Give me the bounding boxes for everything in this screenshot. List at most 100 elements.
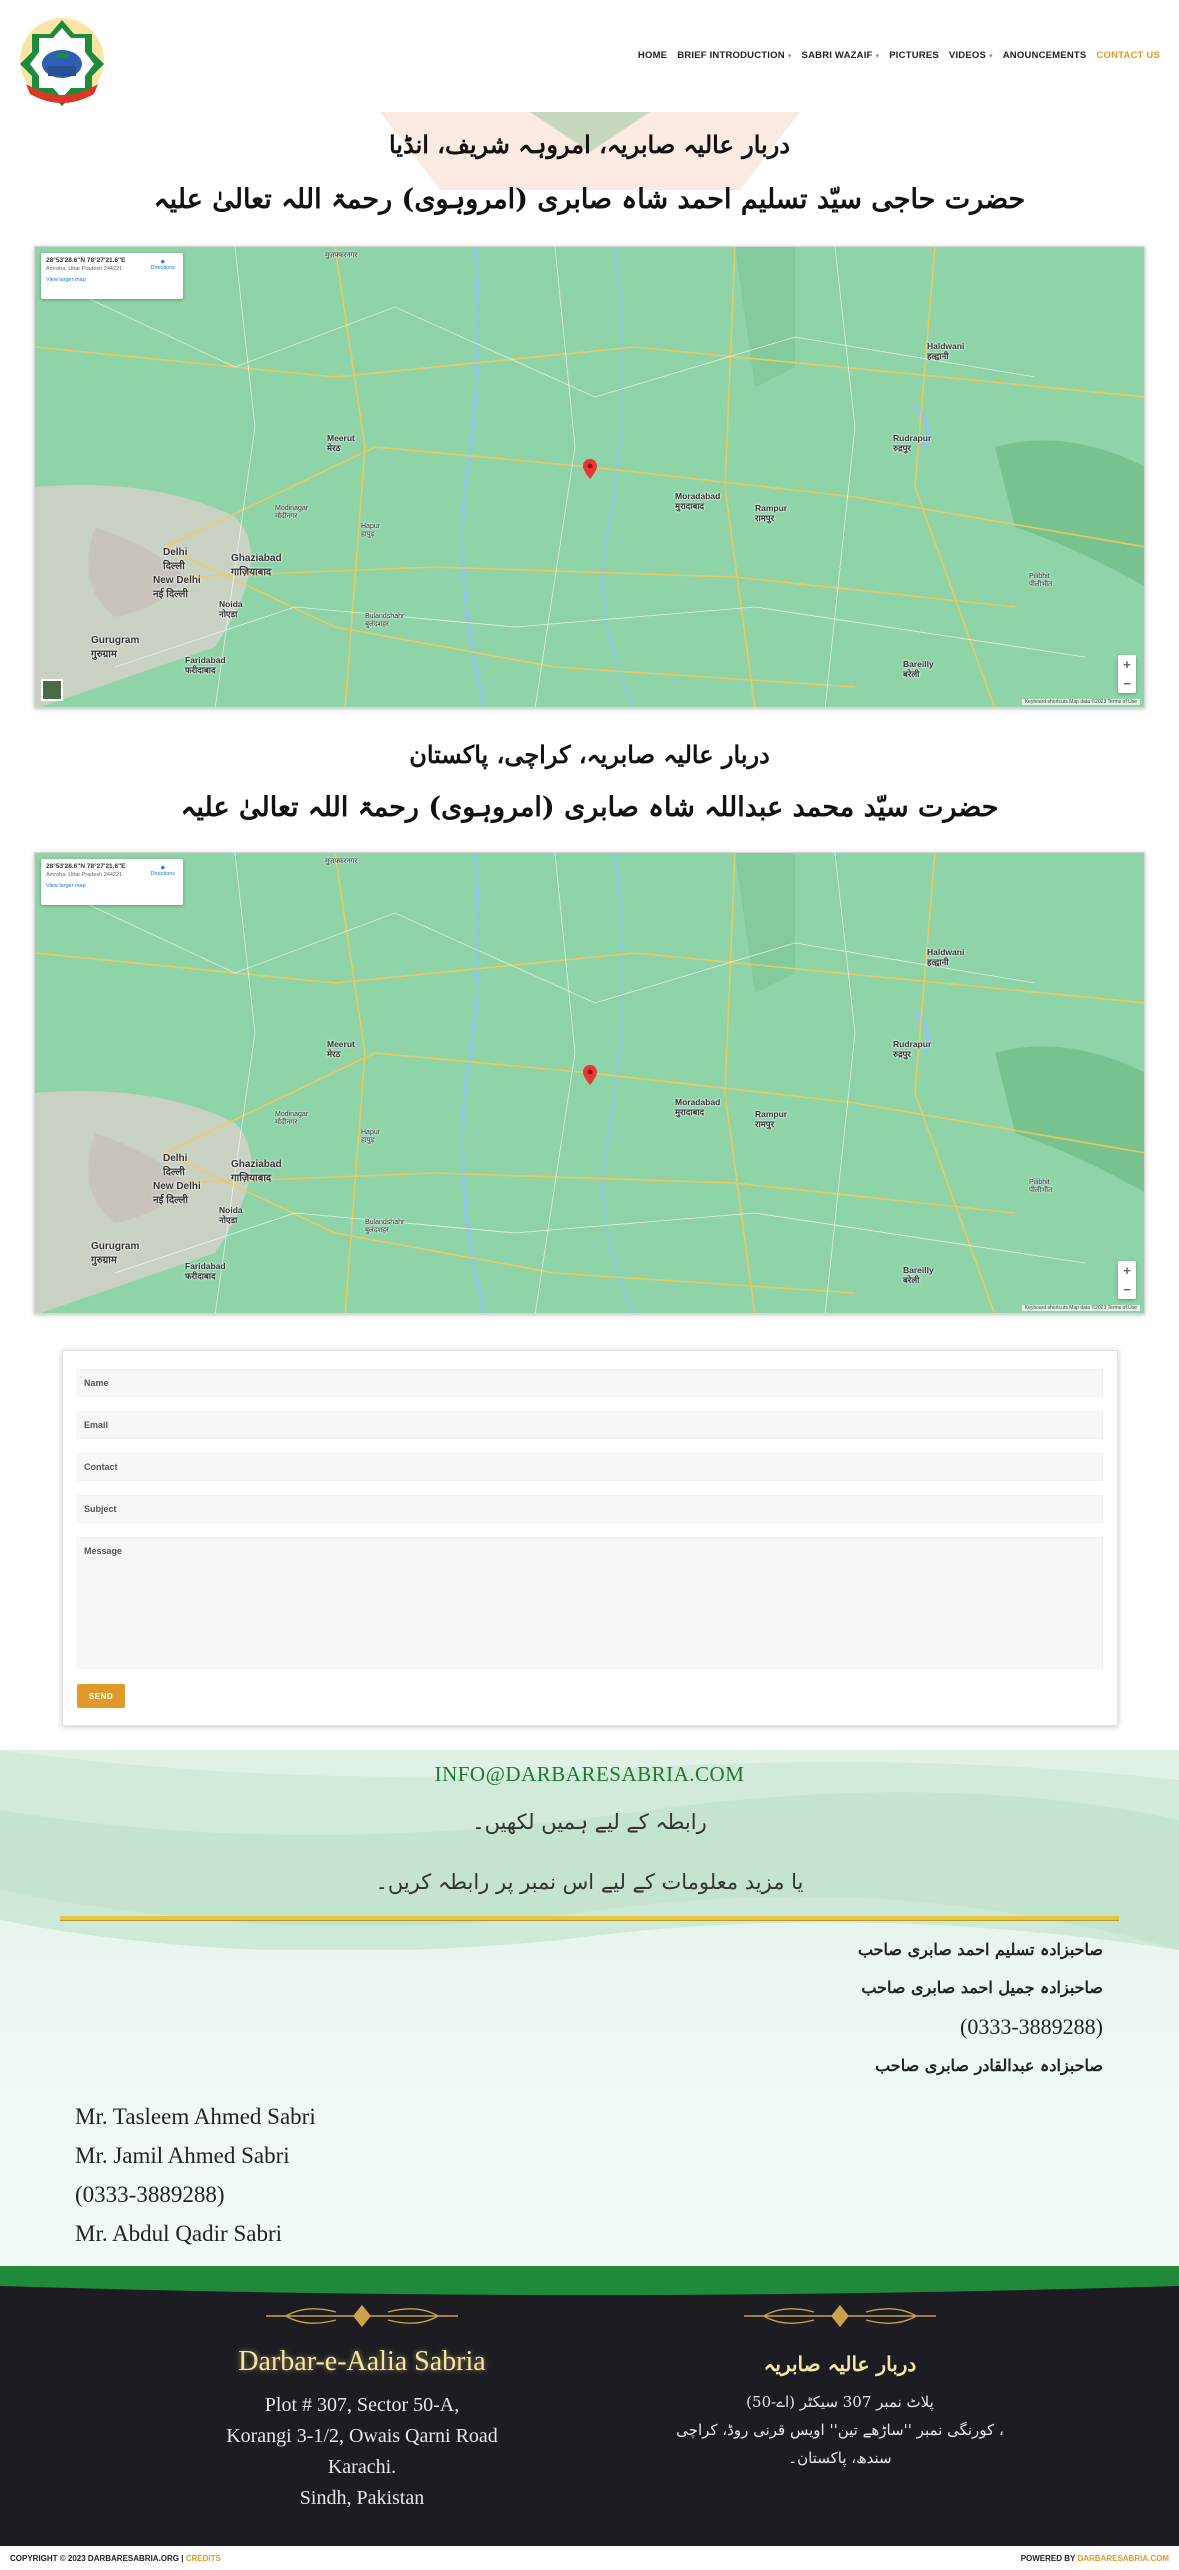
pakistan-subheading: حضرت سیّد محمد عبداللہ شاہ صابری (امروہو… <box>180 792 999 823</box>
contact-field[interactable]: Contact <box>77 1453 1103 1481</box>
credits-link[interactable]: CREDITS <box>186 2554 221 2563</box>
map-label-meerut: Meerut मेरठ <box>327 1039 355 1059</box>
nav-videos[interactable]: VIDEOS ▾ <box>944 50 998 61</box>
india-map[interactable]: Delhi दिल्ली New Delhi नई दिल्ली Ghaziabad… <box>34 246 1145 708</box>
map-attribution: Keyboard shortcuts Map data ©2023 Terms … <box>1021 1305 1140 1311</box>
map-label-gurugram: Gurugram गुरुग्राम <box>91 635 140 660</box>
map-label-ghaziabad: Ghaziabad गाज़ियाबाद <box>231 553 282 578</box>
view-larger-map-link[interactable]: View larger map <box>46 883 178 889</box>
footer-address-en: Darbar-e-Aalia Sabria Plot # 307, Sector… <box>152 2346 572 2514</box>
zoom-out-button[interactable]: − <box>1123 676 1131 691</box>
map-label-ghaziabad: Ghaziabad गाज़ियाबाद <box>231 1159 282 1184</box>
map-label-noida: Noida नोएडा <box>219 1205 243 1225</box>
message-field[interactable]: Message <box>77 1537 1103 1669</box>
urdu-contact-phone[interactable]: (0333-3889288) <box>960 2014 1103 2040</box>
address-ur-line-3: سندھ، پاکستان۔ <box>788 2449 892 2467</box>
map-label-muzaffarnagar: मुज़फ्फरनगर <box>325 252 358 259</box>
map-info-card: 28°53'28.6"N 78°27'21.6"E Amroha, Uttar … <box>41 253 183 299</box>
map-label-modinagar: Modinagar मोदीनगर <box>275 1111 309 1126</box>
address-line-3: Karachi. <box>327 2456 397 2478</box>
map-label-noida: Noida नोएडा <box>219 599 243 619</box>
urdu-contact-3: صاحبزادہ عبدالقادر صابری صاحب <box>875 2056 1103 2075</box>
english-contact-1: Mr. Tasleem Ahmed Sabri <box>75 2104 316 2129</box>
map-label-delhi: Delhi दिल्ली <box>163 547 188 572</box>
map-label-pilibhit: Pilibhit पीलीभीत <box>1029 1179 1053 1194</box>
address-ur-line-1: پلاٹ نمبر 307 سیکٹر (اے-50) <box>746 2393 934 2411</box>
address-line-4: Sindh, Pakistan <box>299 2487 425 2509</box>
map-label-delhi: Delhi दिल्ली <box>163 1153 188 1178</box>
urdu-contact-1: صاحبزادہ تسلیم احمد صابری صاحب <box>857 1940 1103 1959</box>
map-zoom-controls: + − <box>1118 655 1136 693</box>
ornament-icon <box>744 2304 936 2328</box>
contact-form: Name Email Contact Subject Message SEND <box>62 1350 1118 1726</box>
write-us-text: رابطہ کے لیے ہمیں لکھیں۔ <box>472 1810 707 1834</box>
copyright-bar: COPYRIGHT © 2023 DARBARESABRIA.ORG | CRE… <box>0 2546 1179 2570</box>
footer-address-ur: دربار عالیہ صابریہ پلاٹ نمبر 307 سیکٹر (… <box>630 2352 1050 2472</box>
nav-sabri-wazaif[interactable]: SABRI WAZAIF ▾ <box>797 50 885 61</box>
map-attribution: Keyboard shortcuts Map data ©2023 Terms … <box>1021 699 1140 705</box>
nav-home[interactable]: HOME <box>633 50 672 61</box>
footer-title-ur: دربار عالیہ صابریہ <box>763 2352 917 2376</box>
send-button[interactable]: SEND <box>77 1684 125 1708</box>
india-heading: دربار عالیہ صابریہ، امروہہ شریف، انڈیا <box>388 130 791 159</box>
map-label-new-delhi: New Delhi नई दिल्ली <box>153 575 201 600</box>
nav-brief-introduction[interactable]: BRIEF INTRODUCTION ▾ <box>672 50 796 61</box>
site-logo[interactable] <box>16 14 108 106</box>
map-pin-icon[interactable] <box>583 1065 597 1085</box>
call-us-text: یا مزید معلومات کے لیے اس نمبر پر رابطہ … <box>375 1870 804 1894</box>
english-contact-phone[interactable]: (0333-3889288) <box>75 2182 224 2208</box>
address-line-1: Plot # 307, Sector 50-A, <box>264 2394 460 2416</box>
directions-button[interactable]: ◆ Directions <box>151 259 175 271</box>
map-label-bulandshahr: Bulandshahr बुलंदशहर <box>365 613 405 628</box>
india-subheading: حضرت حاجی سیّد تسلیم احمد شاہ صابری (امر… <box>153 184 1026 215</box>
view-larger-map-link[interactable]: View larger map <box>46 277 178 283</box>
map-label-muzaffarnagar: मुज़फ्फरनगर <box>325 858 358 865</box>
subject-field[interactable]: Subject <box>77 1495 1103 1523</box>
powered-by-link[interactable]: DARBARESABRIA.COM <box>1077 2554 1169 2563</box>
powered-by-text: POWERED BY DARBARESABRIA.COM <box>1020 2554 1169 2563</box>
map-label-haldwani: Haldwani हल्द्वानी <box>927 947 965 967</box>
pakistan-map[interactable]: Delhi दिल्ली New Delhi नई दिल्ली Ghaziabad… <box>34 852 1145 1314</box>
map-label-faridabad: Faridabad फरीदाबाद <box>185 1261 226 1281</box>
map-label-moradabad: Moradabad मुरादाबाद <box>675 1097 721 1117</box>
address-line-2: Korangi 3-1/2, Owais Qarni Road <box>226 2425 498 2447</box>
footer-title-en: Darbar-e-Aalia Sabria <box>238 2346 486 2377</box>
footer-green-band <box>0 2266 1179 2282</box>
urdu-contact-2: صاحبزادہ جمیل احمد صابری صاحب <box>861 1978 1103 1997</box>
nav-contact-us[interactable]: CONTACT US <box>1091 50 1165 61</box>
map-label-moradabad: Moradabad मुरादाबाद <box>675 491 721 511</box>
map-label-rudrapur: Rudrapur रुद्रपुर <box>893 1039 932 1059</box>
map-label-hapur: Hapur हापुड़ <box>361 1129 381 1144</box>
main-nav: HOME BRIEF INTRODUCTION ▾ SABRI WAZAIF ▾ P… <box>633 50 1165 61</box>
map-label-bulandshahr: Bulandshahr बुलंदशहर <box>365 1219 405 1234</box>
ornament-icon <box>266 2304 458 2328</box>
map-label-rampur: Rampur रामपुर <box>755 503 788 523</box>
map-label-faridabad: Faridabad फरीदाबाद <box>185 655 226 675</box>
pakistan-heading: دربار عالیہ صابریہ، کراچی، پاکستان <box>409 740 770 769</box>
map-label-new-delhi: New Delhi नई दिल्ली <box>153 1181 201 1206</box>
address-ur-line-2: ، کورنگی نمبر ''ساڑھے تین'' اویس قرنی رو… <box>676 2421 1004 2439</box>
zoom-in-button[interactable]: + <box>1123 657 1131 672</box>
map-label-rudrapur: Rudrapur रुद्रपुर <box>893 433 932 453</box>
map-info-card: 28°53'28.6"N 78°27'21.6"E Amroha, Uttar … <box>41 859 183 905</box>
map-label-hapur: Hapur हापुड़ <box>361 523 381 538</box>
nav-pictures[interactable]: PICTURES <box>884 50 944 61</box>
english-contact-2: Mr. Jamil Ahmed Sabri <box>75 2143 290 2168</box>
map-label-bareilly: Bareilly बरेली <box>903 1265 934 1285</box>
zoom-in-button[interactable]: + <box>1123 1263 1131 1278</box>
contact-email-link[interactable]: INFO@DARBARESABRIA.COM <box>0 1762 1179 1787</box>
directions-button[interactable]: ◆ Directions <box>151 865 175 877</box>
email-field[interactable]: Email <box>77 1411 1103 1439</box>
map-label-meerut: Meerut मेरठ <box>327 433 355 453</box>
zoom-out-button[interactable]: − <box>1123 1282 1131 1297</box>
chevron-down-icon: ▾ <box>875 52 880 60</box>
map-layer-toggle[interactable] <box>41 679 63 701</box>
map-label-bareilly: Bareilly बरेली <box>903 659 934 679</box>
map-label-pilibhit: Pilibhit पीलीभीत <box>1029 573 1053 588</box>
map-label-gurugram: Gurugram गुरुग्राम <box>91 1241 140 1266</box>
map-label-rampur: Rampur रामपुर <box>755 1109 788 1129</box>
nav-anouncements[interactable]: ANOUNCEMENTS <box>998 50 1092 61</box>
english-contact-3: Mr. Abdul Qadir Sabri <box>75 2221 282 2246</box>
name-field[interactable]: Name <box>77 1369 1103 1397</box>
map-pin-icon[interactable] <box>583 459 597 479</box>
